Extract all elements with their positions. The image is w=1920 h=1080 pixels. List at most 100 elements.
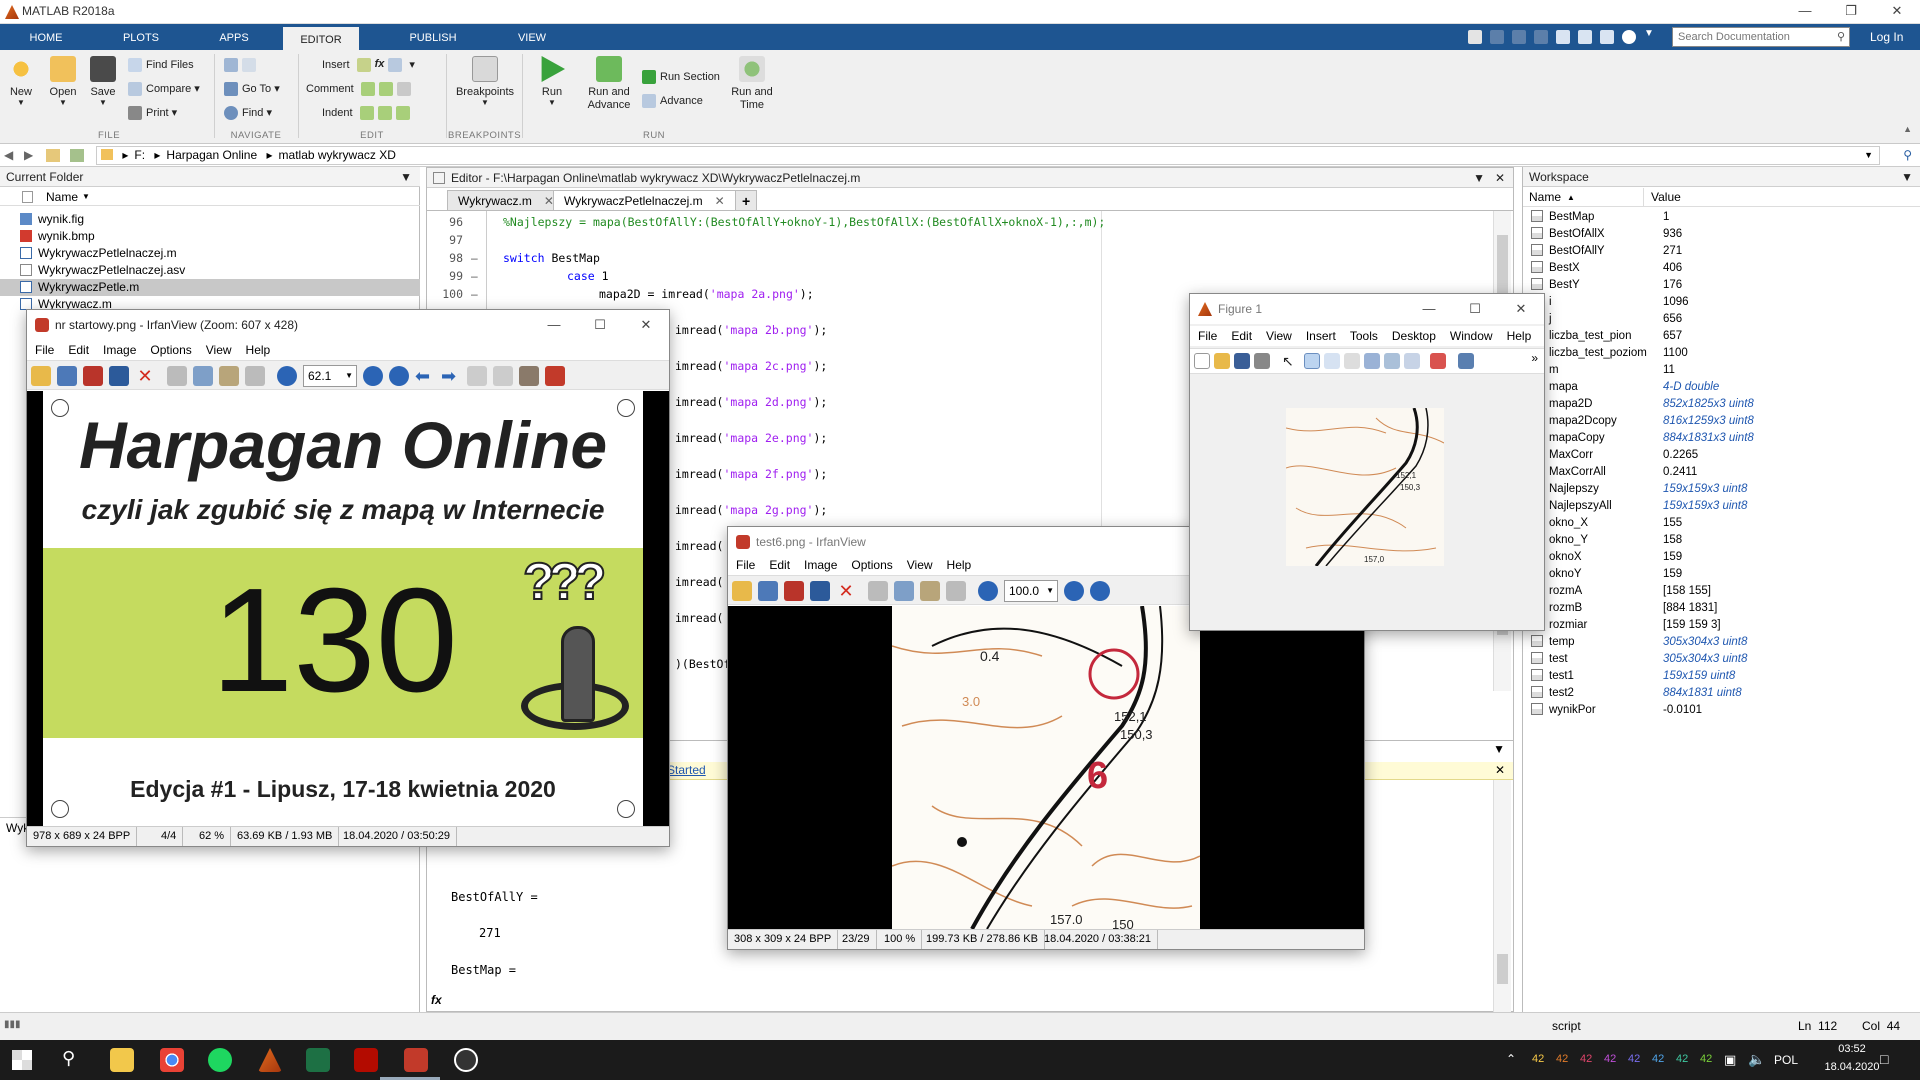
search-folder-icon[interactable]: ⚲ bbox=[1903, 148, 1912, 162]
next-arrow-icon[interactable]: ➡ bbox=[441, 366, 461, 386]
path-segment-harpagan[interactable]: Harpagan Online bbox=[166, 148, 257, 162]
workspace-variable-row[interactable]: wynikPor -0.0101 bbox=[1531, 702, 1911, 719]
rotate-icon[interactable] bbox=[1364, 353, 1380, 369]
first-page-icon[interactable] bbox=[467, 366, 487, 386]
data-cursor-icon[interactable] bbox=[1384, 353, 1400, 369]
notifications-icon[interactable]: □ bbox=[1880, 1051, 1888, 1067]
pan-icon[interactable] bbox=[1344, 353, 1360, 369]
tray-value[interactable]: 42 bbox=[1604, 1053, 1616, 1065]
menu-options[interactable]: Options bbox=[150, 343, 191, 357]
slideshow-icon[interactable] bbox=[758, 581, 778, 601]
image-viewport[interactable]: Harpagan Online czyli jak zgubić się z m… bbox=[27, 391, 669, 826]
file-row[interactable]: WykrywaczPetlelnaczej.asv bbox=[20, 262, 185, 279]
tab-apps[interactable]: APPS bbox=[206, 27, 262, 50]
delete-icon[interactable]: ✕ bbox=[836, 581, 856, 601]
zoom-out-icon[interactable] bbox=[1090, 581, 1110, 601]
menu-view[interactable]: View bbox=[1266, 329, 1292, 343]
command-scrollbar[interactable] bbox=[1493, 780, 1511, 1012]
advance-button[interactable]: Advance bbox=[642, 94, 703, 108]
file-row[interactable]: WykrywaczPetlelnaczej.m bbox=[20, 245, 177, 262]
minimize-icon[interactable]: — bbox=[531, 314, 577, 336]
up-folder-icon[interactable] bbox=[46, 149, 60, 162]
close-icon[interactable]: ✕ bbox=[1495, 168, 1505, 188]
link-plot-icon[interactable] bbox=[1458, 353, 1474, 369]
login-link[interactable]: Log In bbox=[1870, 28, 1903, 46]
print-icon[interactable] bbox=[109, 366, 129, 386]
collapse-ribbon-icon[interactable]: ▲ bbox=[1903, 124, 1912, 134]
menu-desktop[interactable]: Desktop bbox=[1392, 329, 1436, 343]
zoom-in-icon[interactable] bbox=[1304, 353, 1320, 369]
menu-image[interactable]: Image bbox=[804, 558, 837, 572]
toolbar-overflow-icon[interactable]: » bbox=[1531, 351, 1538, 365]
zoom-out-icon[interactable] bbox=[389, 366, 409, 386]
menu-options[interactable]: Options bbox=[851, 558, 892, 572]
minimize-icon[interactable]: — bbox=[1406, 298, 1452, 320]
search-icon[interactable]: ⚲ bbox=[62, 1048, 75, 1069]
copy-icon[interactable] bbox=[894, 581, 914, 601]
workspace-variable-row[interactable]: m 11 bbox=[1531, 362, 1911, 379]
tray-value[interactable]: 42 bbox=[1580, 1053, 1592, 1065]
clock-time[interactable]: 03:52 bbox=[1822, 1043, 1882, 1055]
menu-file[interactable]: File bbox=[736, 558, 755, 572]
irfanview-about-icon[interactable] bbox=[545, 366, 565, 386]
compare-button[interactable]: Compare ▾ bbox=[128, 82, 200, 97]
run-section-button[interactable]: Run Section bbox=[642, 70, 720, 84]
open-button[interactable]: Open ▼ bbox=[46, 56, 80, 107]
copy-icon[interactable] bbox=[193, 366, 213, 386]
cut-icon[interactable] bbox=[167, 366, 187, 386]
brush-icon[interactable] bbox=[1404, 353, 1420, 369]
image-viewport[interactable]: 152,1 150,3 6 0.4 3.0 157.0 150 bbox=[728, 606, 1364, 929]
figure-image[interactable]: 152,1 150,3 157,0 bbox=[1286, 408, 1444, 566]
tray-value[interactable]: 42 bbox=[1628, 1053, 1640, 1065]
workspace-variable-row[interactable]: liczba_test_pion 657 bbox=[1531, 328, 1911, 345]
tray-value[interactable]: 42 bbox=[1676, 1053, 1688, 1065]
back-forward-buttons[interactable] bbox=[224, 58, 260, 72]
menu-help[interactable]: Help bbox=[246, 343, 271, 357]
menu-edit[interactable]: Edit bbox=[1231, 329, 1252, 343]
workspace-variable-row[interactable]: BestMap 1 bbox=[1531, 209, 1911, 226]
tab-wykrywacz-petlelnaczej[interactable]: WykrywaczPetlelnaczej.m ✕ bbox=[553, 190, 736, 210]
workspace-variable-row[interactable]: rozmA [158 155] bbox=[1531, 583, 1911, 600]
slideshow-icon[interactable] bbox=[57, 366, 77, 386]
workspace-variable-row[interactable]: test 305x304x3 uint8 bbox=[1531, 651, 1911, 668]
network-icon[interactable]: ▣ bbox=[1724, 1052, 1736, 1068]
menu-view[interactable]: View bbox=[907, 558, 933, 572]
tab-plots[interactable]: PLOTS bbox=[110, 27, 172, 50]
chrome-icon[interactable] bbox=[160, 1048, 184, 1072]
restore-icon[interactable]: ❐ bbox=[1828, 0, 1874, 22]
window-titlebar[interactable]: nr startowy.png - IrfanView (Zoom: 607 x… bbox=[27, 310, 669, 340]
menu-tools[interactable]: Tools bbox=[1350, 329, 1378, 343]
save-quick-icon[interactable] bbox=[1468, 30, 1482, 44]
workspace-variable-row[interactable]: BestX 406 bbox=[1531, 260, 1911, 277]
panel-menu-icon[interactable]: ▼ bbox=[1901, 167, 1913, 187]
file-explorer-icon[interactable] bbox=[110, 1048, 134, 1072]
workspace-variable-row[interactable]: test1 159x159 uint8 bbox=[1531, 668, 1911, 685]
volume-icon[interactable]: 🔈 bbox=[1748, 1051, 1765, 1068]
workspace-variable-row[interactable]: BestY 176 bbox=[1531, 277, 1911, 294]
menu-image[interactable]: Image bbox=[103, 343, 136, 357]
current-path[interactable]: ▸ F: ▸ Harpagan Online ▸ matlab wykrywacz X… bbox=[96, 146, 1880, 165]
workspace-variable-row[interactable]: j 656 bbox=[1531, 311, 1911, 328]
excel-icon[interactable] bbox=[306, 1048, 330, 1072]
previous-arrow-icon[interactable]: ⬅ bbox=[415, 366, 435, 386]
steam-icon[interactable] bbox=[454, 1048, 478, 1072]
help-quick-icon[interactable] bbox=[1622, 30, 1636, 44]
workspace-variable-row[interactable]: mapa 4-D double bbox=[1531, 379, 1911, 396]
zoom-select[interactable]: 100.0 ▼ bbox=[1004, 580, 1058, 602]
path-segment-drive[interactable]: F: bbox=[134, 148, 145, 162]
search-icon[interactable]: ⚲ bbox=[1837, 28, 1845, 46]
workspace-variable-row[interactable]: liczba_test_poziom 1100 bbox=[1531, 345, 1911, 362]
print-icon[interactable] bbox=[1254, 353, 1270, 369]
workspace-variable-row[interactable]: okno_X 155 bbox=[1531, 515, 1911, 532]
save-button[interactable]: Save ▼ bbox=[88, 56, 118, 107]
copy-quick-icon[interactable] bbox=[1512, 30, 1526, 44]
paste-icon[interactable] bbox=[920, 581, 940, 601]
settings-tools-icon[interactable] bbox=[519, 366, 539, 386]
workspace-variable-row[interactable]: BestOfAllX 936 bbox=[1531, 226, 1911, 243]
chevron-down-icon[interactable]: ▼ bbox=[1864, 147, 1873, 164]
workspace-variable-row[interactable]: MaxCorrAll 0.2411 bbox=[1531, 464, 1911, 481]
breakpoint-dash[interactable]: – bbox=[471, 287, 478, 301]
cut-quick-icon[interactable] bbox=[1490, 30, 1504, 44]
window-titlebar[interactable]: Figure 1 — ☐ ✕ bbox=[1190, 294, 1544, 324]
save-icon[interactable] bbox=[784, 581, 804, 601]
